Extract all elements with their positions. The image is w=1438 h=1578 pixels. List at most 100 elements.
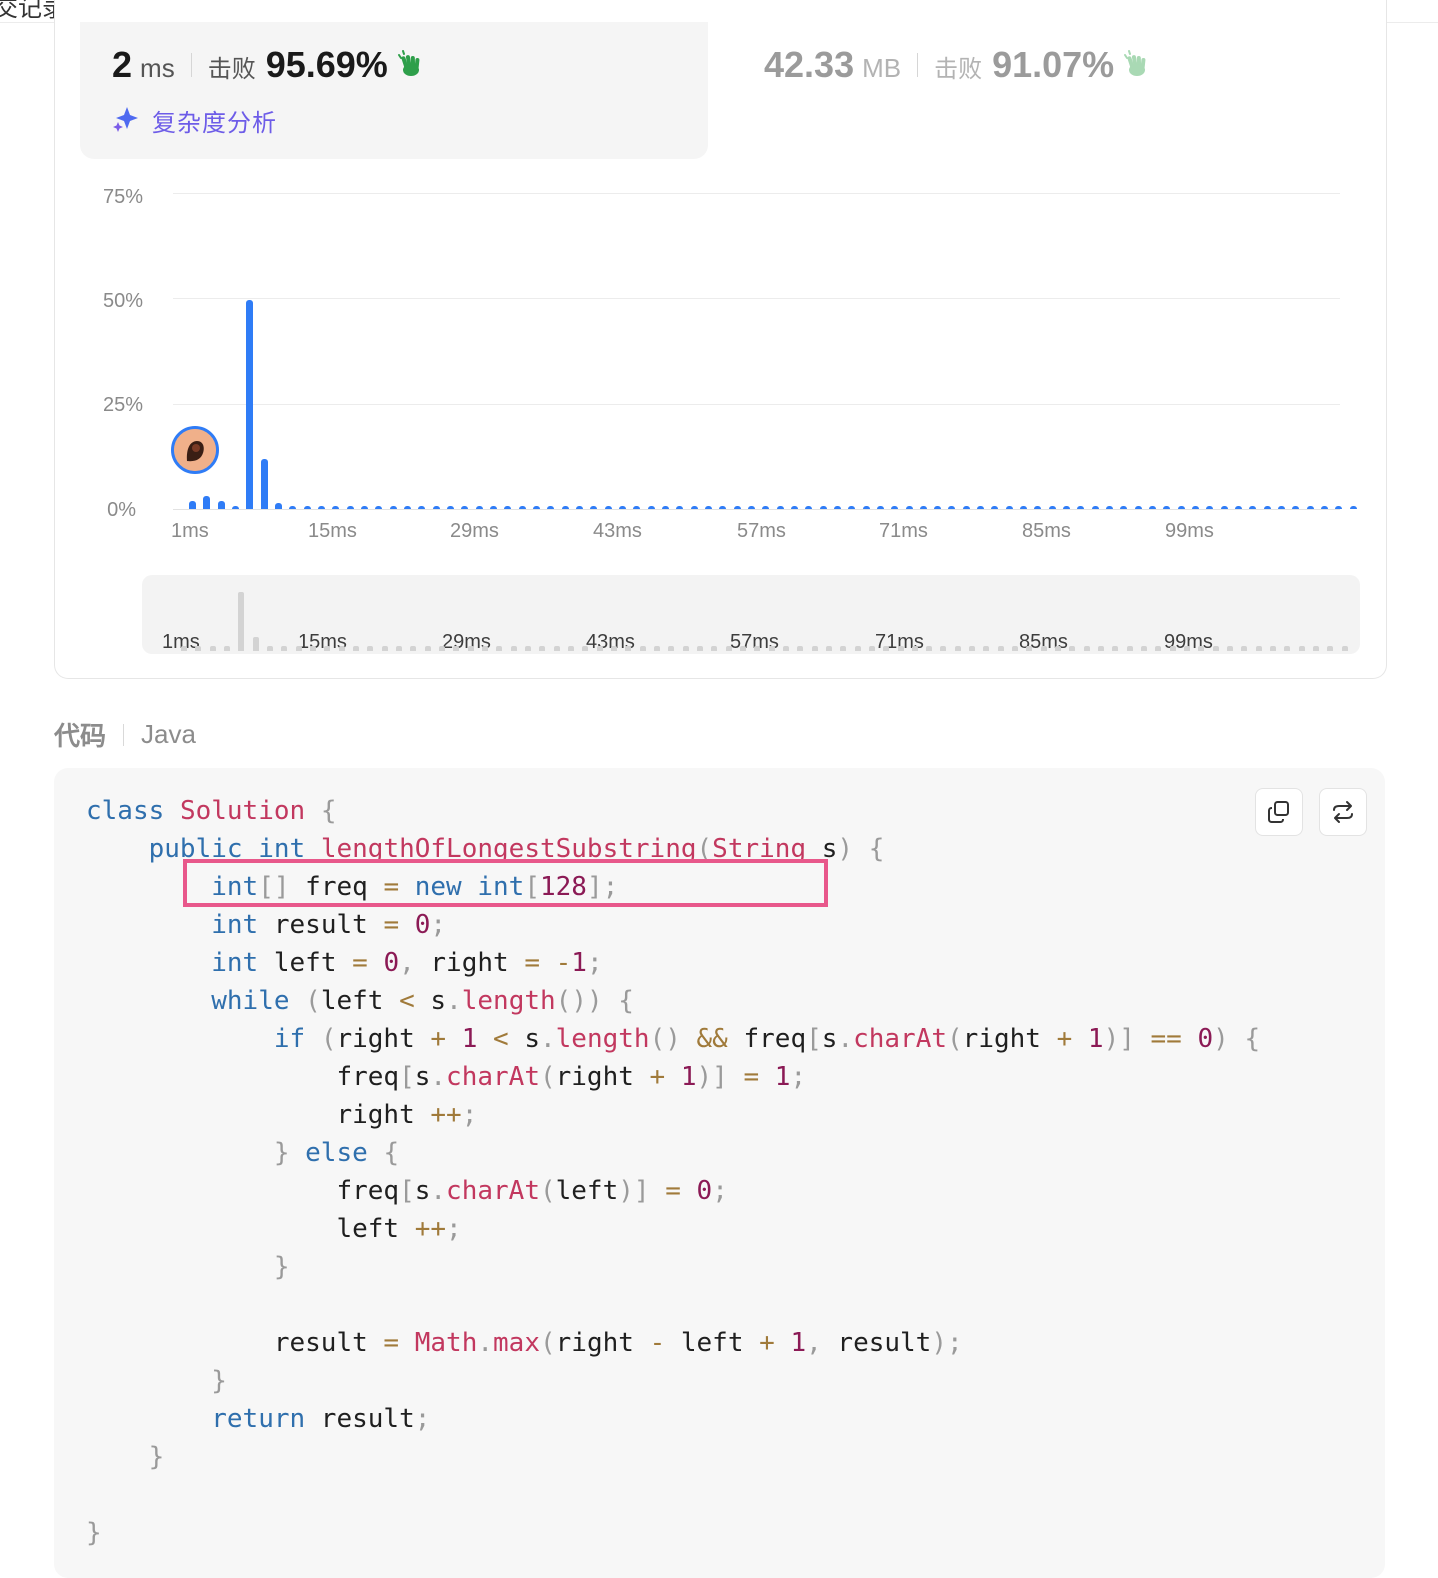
histogram-bar[interactable]: [661, 506, 669, 509]
histogram-bar[interactable]: [848, 506, 856, 509]
histogram-bar[interactable]: [461, 506, 469, 509]
histogram-bar[interactable]: [633, 506, 641, 509]
histogram-bar[interactable]: [561, 506, 569, 509]
histogram-bar[interactable]: [762, 506, 770, 509]
range-bar: [1026, 646, 1033, 651]
histogram-bar[interactable]: [1335, 506, 1343, 509]
code-line: return result;: [211, 1404, 431, 1434]
histogram-bar[interactable]: [504, 506, 512, 509]
range-bar: [1126, 646, 1133, 651]
histogram-bar[interactable]: [704, 506, 712, 509]
histogram-bar[interactable]: [518, 506, 526, 509]
histogram-bar[interactable]: [489, 506, 497, 509]
histogram-bar[interactable]: [1206, 506, 1214, 509]
range-bar: [1012, 646, 1019, 651]
histogram-bar[interactable]: [260, 459, 268, 509]
range-bar: [367, 646, 374, 651]
histogram-bar[interactable]: [418, 506, 426, 509]
histogram-bar[interactable]: [346, 506, 354, 509]
histogram-bar[interactable]: [1149, 506, 1157, 509]
histogram-bar[interactable]: [547, 506, 555, 509]
histogram-bar[interactable]: [303, 506, 311, 509]
histogram-bar[interactable]: [604, 506, 612, 509]
histogram-bar[interactable]: [1263, 506, 1271, 509]
range-bar: [553, 646, 560, 651]
histogram-bar[interactable]: [1235, 506, 1243, 509]
histogram-bar[interactable]: [862, 506, 870, 509]
histogram-bar[interactable]: [432, 506, 440, 509]
range-bar: [424, 646, 431, 651]
histogram-bar[interactable]: [819, 506, 827, 509]
histogram-bar[interactable]: [891, 506, 899, 509]
histogram-bar[interactable]: [690, 506, 698, 509]
histogram-bar[interactable]: [1063, 506, 1071, 509]
histogram-bar[interactable]: [246, 300, 254, 509]
histogram-bar[interactable]: [332, 506, 340, 509]
histogram-bar[interactable]: [1163, 506, 1171, 509]
histogram-bar[interactable]: [203, 495, 211, 509]
histogram-bar[interactable]: [1292, 506, 1300, 509]
histogram-bar[interactable]: [776, 506, 784, 509]
histogram-bar[interactable]: [1192, 506, 1200, 509]
histogram-bar[interactable]: [1349, 506, 1357, 509]
x-tick-label: 15ms: [308, 520, 357, 542]
histogram-bar[interactable]: [1020, 506, 1028, 509]
histogram-bar[interactable]: [948, 506, 956, 509]
histogram-bar[interactable]: [905, 506, 913, 509]
histogram-bar[interactable]: [1321, 506, 1329, 509]
histogram-bar[interactable]: [876, 506, 884, 509]
swap-code-button[interactable]: [1319, 788, 1367, 836]
histogram-bar[interactable]: [676, 506, 684, 509]
histogram-bar[interactable]: [389, 506, 397, 509]
histogram-bar[interactable]: [1120, 506, 1128, 509]
code-line: } else {: [273, 1138, 400, 1168]
histogram-bar[interactable]: [747, 506, 755, 509]
code-line: }: [211, 1366, 227, 1396]
histogram-bar[interactable]: [532, 506, 540, 509]
histogram-bar[interactable]: [403, 506, 411, 509]
histogram-bar[interactable]: [1091, 506, 1099, 509]
range-bar: [811, 646, 818, 651]
histogram-bar[interactable]: [1048, 506, 1056, 509]
histogram-bar[interactable]: [934, 506, 942, 509]
histogram-bar[interactable]: [919, 506, 927, 509]
range-bar: [997, 646, 1004, 651]
histogram-bar[interactable]: [977, 506, 985, 509]
histogram-bar[interactable]: [217, 501, 225, 509]
user-avatar-marker[interactable]: [171, 426, 219, 474]
histogram-bar[interactable]: [274, 503, 282, 509]
histogram-bar[interactable]: [962, 506, 970, 509]
histogram-bar[interactable]: [1306, 506, 1314, 509]
histogram-bar[interactable]: [590, 506, 598, 509]
histogram-bar[interactable]: [1005, 506, 1013, 509]
histogram-bar[interactable]: [1177, 506, 1185, 509]
histogram-bar[interactable]: [790, 506, 798, 509]
histogram-bar[interactable]: [1034, 506, 1042, 509]
histogram-bar[interactable]: [189, 501, 196, 509]
histogram-bar[interactable]: [719, 506, 727, 509]
histogram-bar[interactable]: [575, 506, 583, 509]
histogram-bar[interactable]: [1249, 506, 1257, 509]
histogram-bar[interactable]: [805, 506, 813, 509]
histogram-bar[interactable]: [733, 506, 741, 509]
histogram-bar[interactable]: [618, 506, 626, 509]
histogram-bar[interactable]: [375, 506, 383, 509]
range-bar: [438, 646, 445, 651]
histogram-bar[interactable]: [475, 506, 483, 509]
histogram-bar[interactable]: [1134, 506, 1142, 509]
range-bar: [954, 646, 961, 651]
histogram-bar[interactable]: [1220, 506, 1228, 509]
histogram-bar[interactable]: [833, 506, 841, 509]
histogram-bar[interactable]: [446, 506, 454, 509]
histogram-bar[interactable]: [647, 506, 655, 509]
histogram-bar[interactable]: [289, 506, 297, 509]
range-bar: [1069, 646, 1076, 651]
histogram-bar[interactable]: [991, 506, 999, 509]
histogram-bar[interactable]: [1077, 506, 1085, 509]
histogram-bar[interactable]: [1106, 506, 1114, 509]
histogram-bar[interactable]: [360, 506, 368, 509]
copy-code-button[interactable]: [1255, 788, 1303, 836]
histogram-bar[interactable]: [231, 506, 239, 509]
histogram-bar[interactable]: [317, 506, 325, 509]
histogram-bar[interactable]: [1278, 506, 1286, 509]
